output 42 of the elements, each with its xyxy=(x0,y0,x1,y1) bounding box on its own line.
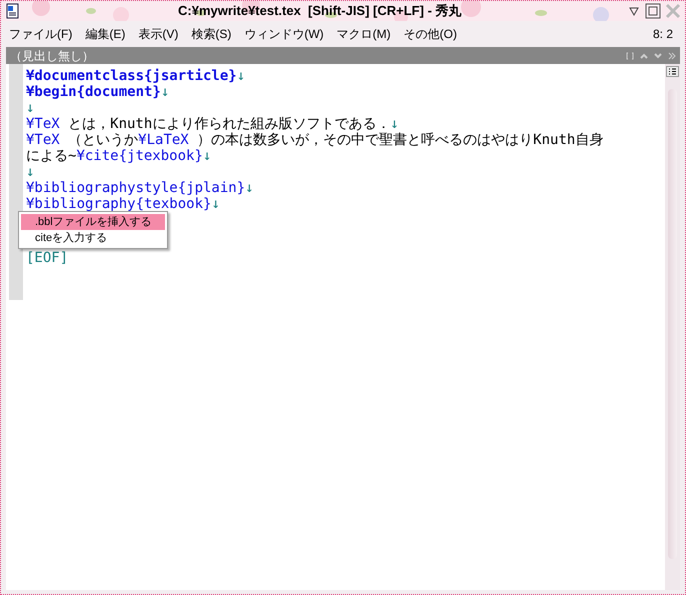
window-title: C:¥mywrite¥test.tex [Shift-JIS] [CR+LF] - 秀丸 xyxy=(178,2,462,20)
down-icon[interactable] xyxy=(654,52,662,60)
newline-mark: ↓ xyxy=(160,84,170,100)
command-text: ¥TeX xyxy=(26,116,60,132)
command-text: ¥cite{jtexbook} xyxy=(76,148,203,164)
menu-item[interactable]: ファイル(F) xyxy=(9,25,72,43)
menu-item[interactable]: マクロ(M) xyxy=(336,25,391,43)
command-text: ¥LaTeX xyxy=(138,132,189,148)
command-text: ¥TeX xyxy=(26,132,60,148)
command-text: ¥bibliography{texbook} xyxy=(26,196,212,212)
menu-item[interactable]: その他(O) xyxy=(404,25,457,43)
body-text: とは，Knuthにより作られた組み版ソフトである． xyxy=(67,116,390,132)
cursor-position: 8: 2 xyxy=(652,26,673,43)
newline-mark: ↓ xyxy=(26,100,34,116)
document-icon[interactable] xyxy=(6,3,20,19)
body-text: による~ xyxy=(26,148,76,164)
menu-item[interactable]: 表示(V) xyxy=(138,25,178,43)
newline-mark: ↓ xyxy=(202,148,212,164)
newline-mark: ↓ xyxy=(390,116,399,132)
list-icon[interactable] xyxy=(666,66,679,77)
heading-label: （見出し無し） xyxy=(10,48,94,64)
command-text: ¥documentclass{jsarticle} xyxy=(26,68,237,84)
menu-item[interactable]: 検索(S) xyxy=(191,25,232,43)
menu-item[interactable]: 編集(E) xyxy=(85,25,126,43)
popup-menu-item[interactable]: citeを入力する xyxy=(21,230,165,246)
scrollbar[interactable] xyxy=(665,64,680,590)
eof-marker: [EOF] xyxy=(26,250,68,266)
command-text: ¥begin{document} xyxy=(26,84,161,100)
maximize-icon[interactable] xyxy=(645,3,661,19)
menu-item[interactable]: ウィンドウ(W) xyxy=(244,25,324,43)
scroll-thumb[interactable] xyxy=(668,89,677,559)
newline-mark: ↓ xyxy=(26,164,34,180)
bracket-icon[interactable] xyxy=(626,52,634,60)
body-text: ）の本は数多いが，その中で聖書と呼べるのはやはりKnuth自身 xyxy=(196,132,604,148)
newline-mark: ↓ xyxy=(236,68,246,84)
command-text: ¥bibliographystyle{jplain} xyxy=(26,180,246,196)
up-icon[interactable] xyxy=(640,52,648,60)
popup-menu-item[interactable]: .bblファイルを挿入する xyxy=(21,214,165,230)
newline-mark: ↓ xyxy=(211,196,220,212)
expand-icon[interactable] xyxy=(668,52,676,60)
body-text: （というか xyxy=(67,132,138,148)
newline-mark: ↓ xyxy=(245,180,254,196)
